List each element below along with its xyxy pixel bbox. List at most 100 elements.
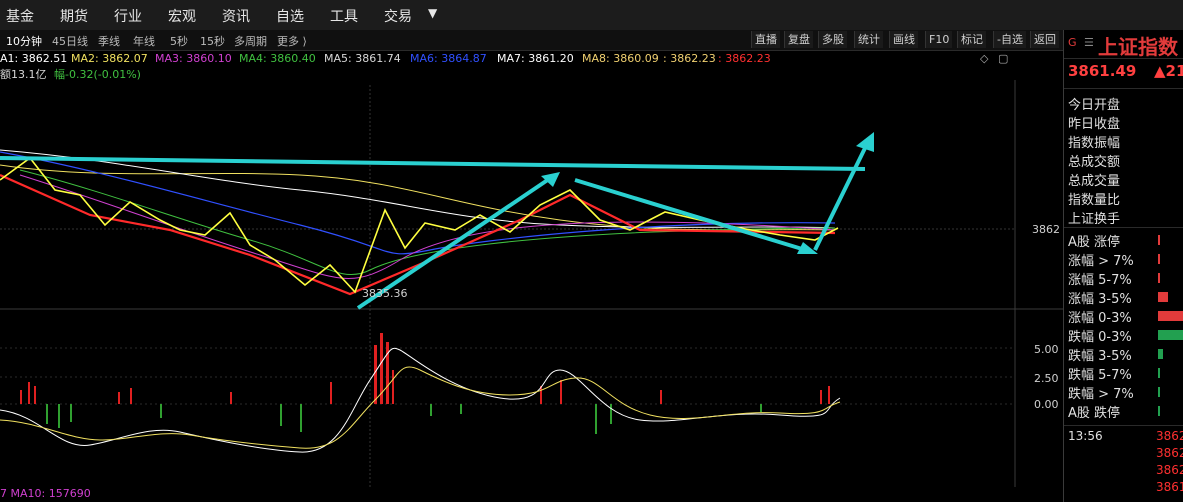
menu-item-industry[interactable]: 行业 <box>114 6 142 26</box>
ma-value: MA6: 3864.87 <box>410 52 487 65</box>
macd-bar <box>392 370 394 404</box>
stats-button[interactable]: 统计 <box>854 31 883 48</box>
macd-bar <box>540 386 542 404</box>
macd-bar <box>118 392 120 404</box>
macd-dif-line <box>0 347 841 453</box>
live-button[interactable]: 直播 <box>751 31 780 48</box>
period-5s[interactable]: 5秒 <box>170 33 188 49</box>
tick-price: 3862 <box>1156 446 1183 460</box>
index-change: ▲21 <box>1154 62 1183 80</box>
mark-button[interactable]: 标记 <box>957 31 986 48</box>
tick-price: 3862 <box>1156 463 1183 477</box>
period-multi[interactable]: 多周期 <box>234 33 267 49</box>
breadth-bar <box>1158 273 1160 283</box>
replay-button[interactable]: 复盘 <box>784 31 813 48</box>
divider <box>1064 227 1183 228</box>
breadth-label: 涨幅 0-3% <box>1068 311 1132 326</box>
breadth-bar <box>1158 406 1160 416</box>
restore-window-icon[interactable]: ▢ <box>998 52 1008 65</box>
stat-turnover-rate: 上证换手 <box>1068 212 1121 227</box>
index-name[interactable]: 上证指数 <box>1098 31 1178 60</box>
macd-bar <box>46 404 48 424</box>
ma-value: MA8: 3860.09 <box>582 52 659 65</box>
period-quarter[interactable]: 季线 <box>98 33 120 49</box>
breadth-bar <box>1158 235 1160 245</box>
menu-item-trade[interactable]: 交易 <box>384 6 412 26</box>
menu-item-tools[interactable]: 工具 <box>330 6 358 26</box>
macd-bar <box>386 342 389 404</box>
menu-item-futures[interactable]: 期货 <box>60 6 88 26</box>
ma-legend: A1: 3862.51 MA2: 3862.07 MA3: 3860.10 MA… <box>0 51 1000 66</box>
macd-bar <box>160 404 162 418</box>
macd-bar <box>610 404 612 424</box>
breadth-label: 跌幅 > 7% <box>1068 387 1134 402</box>
macd-bar <box>820 390 822 404</box>
menu-item-fund[interactable]: 基金 <box>6 6 34 26</box>
back-button[interactable]: 返回 <box>1030 31 1059 48</box>
ma-line-red <box>0 173 836 296</box>
breadth-label: 涨幅 3-5% <box>1068 292 1132 307</box>
multi-stock-button[interactable]: 多股 <box>818 31 847 48</box>
menu-item-news[interactable]: 资讯 <box>222 6 250 26</box>
period-10min[interactable]: 10分钟 <box>6 33 42 49</box>
macd-bar <box>58 404 60 428</box>
breadth-label: 涨幅 5-7% <box>1068 273 1132 288</box>
macd-bar <box>300 404 302 432</box>
kline-chart[interactable] <box>0 80 1063 487</box>
divider <box>1064 88 1183 89</box>
stat-prev-close: 昨日收盘 <box>1068 117 1121 132</box>
macd-bar <box>595 404 597 434</box>
macd-bar <box>828 386 830 404</box>
period-more[interactable]: 更多 ⟩ <box>277 33 307 49</box>
macd-bar <box>70 404 72 422</box>
macd-bar <box>460 404 462 414</box>
stat-volume-ratio: 指数量比 <box>1068 193 1121 208</box>
macd-axis-label: 5.00 <box>1034 343 1059 356</box>
stat-volume: 总成交量 <box>1068 174 1121 189</box>
macd-bar <box>430 404 432 416</box>
breadth-bar <box>1158 330 1183 340</box>
breadth-bar <box>1158 292 1168 302</box>
breadth-label: 跌幅 5-7% <box>1068 368 1132 383</box>
quote-header: G ☰ 上证指数 <box>1064 30 1183 59</box>
macd-axis-label: 0.00 <box>1034 398 1059 411</box>
ma-value: MA5: 3861.74 <box>324 52 401 65</box>
macd-bar <box>130 388 132 404</box>
macd-bar <box>560 380 562 404</box>
breadth-bar <box>1158 311 1183 321</box>
volume-ma-readout: 7 MA10: 157690 <box>0 487 91 500</box>
arrow-head-icon <box>856 132 874 152</box>
macd-bar <box>374 345 377 404</box>
macd-bar <box>330 382 332 404</box>
menu-icon[interactable]: ☰ <box>1084 36 1094 49</box>
breadth-bar <box>1158 368 1160 378</box>
breadth-bar <box>1158 254 1160 264</box>
quote-panel: G ☰ 上证指数 3861.49 ▲21 今日开盘 昨日收盘 指数振幅 总成交额… <box>1063 30 1183 502</box>
period-45day[interactable]: 45日线 <box>52 33 88 49</box>
period-15s[interactable]: 15秒 <box>200 33 225 49</box>
low-price-label: 3835.36 <box>362 287 408 300</box>
macd-axis-label: 2.50 <box>1034 372 1059 385</box>
f10-button[interactable]: F10 <box>925 31 953 48</box>
period-toolbar: 10分钟 45日线 季线 年线 5秒 15秒 多周期 更多 ⟩ 直播 复盘 多股… <box>0 30 1063 51</box>
period-year[interactable]: 年线 <box>133 33 155 49</box>
remove-watchlist-button[interactable]: -自选 <box>993 31 1026 48</box>
price-line <box>0 156 839 294</box>
ma-value: MA2: 3862.07 <box>71 52 148 65</box>
ma-value: MA4: 3860.40 <box>239 52 316 65</box>
breadth-label: 跌幅 0-3% <box>1068 330 1132 345</box>
top-menu-bar: 基金 期货 行业 宏观 资讯 自选 工具 交易 ▼ <box>0 0 1183 31</box>
triangle-down-icon[interactable]: ▼ <box>428 6 437 20</box>
menu-item-macro[interactable]: 宏观 <box>168 6 196 26</box>
tick-price: 3861 <box>1156 480 1183 494</box>
resistance-line <box>0 156 866 171</box>
menu-item-watchlist[interactable]: 自选 <box>276 6 304 26</box>
macd-bar <box>760 404 762 412</box>
macd-bar <box>34 386 36 404</box>
macd-bar <box>660 390 662 404</box>
breadth-label: 跌幅 3-5% <box>1068 349 1132 364</box>
draw-line-button[interactable]: 画线 <box>889 31 918 48</box>
macd-bar <box>280 404 282 426</box>
tick-price: 3862 <box>1156 429 1183 443</box>
diamond-icon[interactable]: ◇ <box>980 52 988 65</box>
